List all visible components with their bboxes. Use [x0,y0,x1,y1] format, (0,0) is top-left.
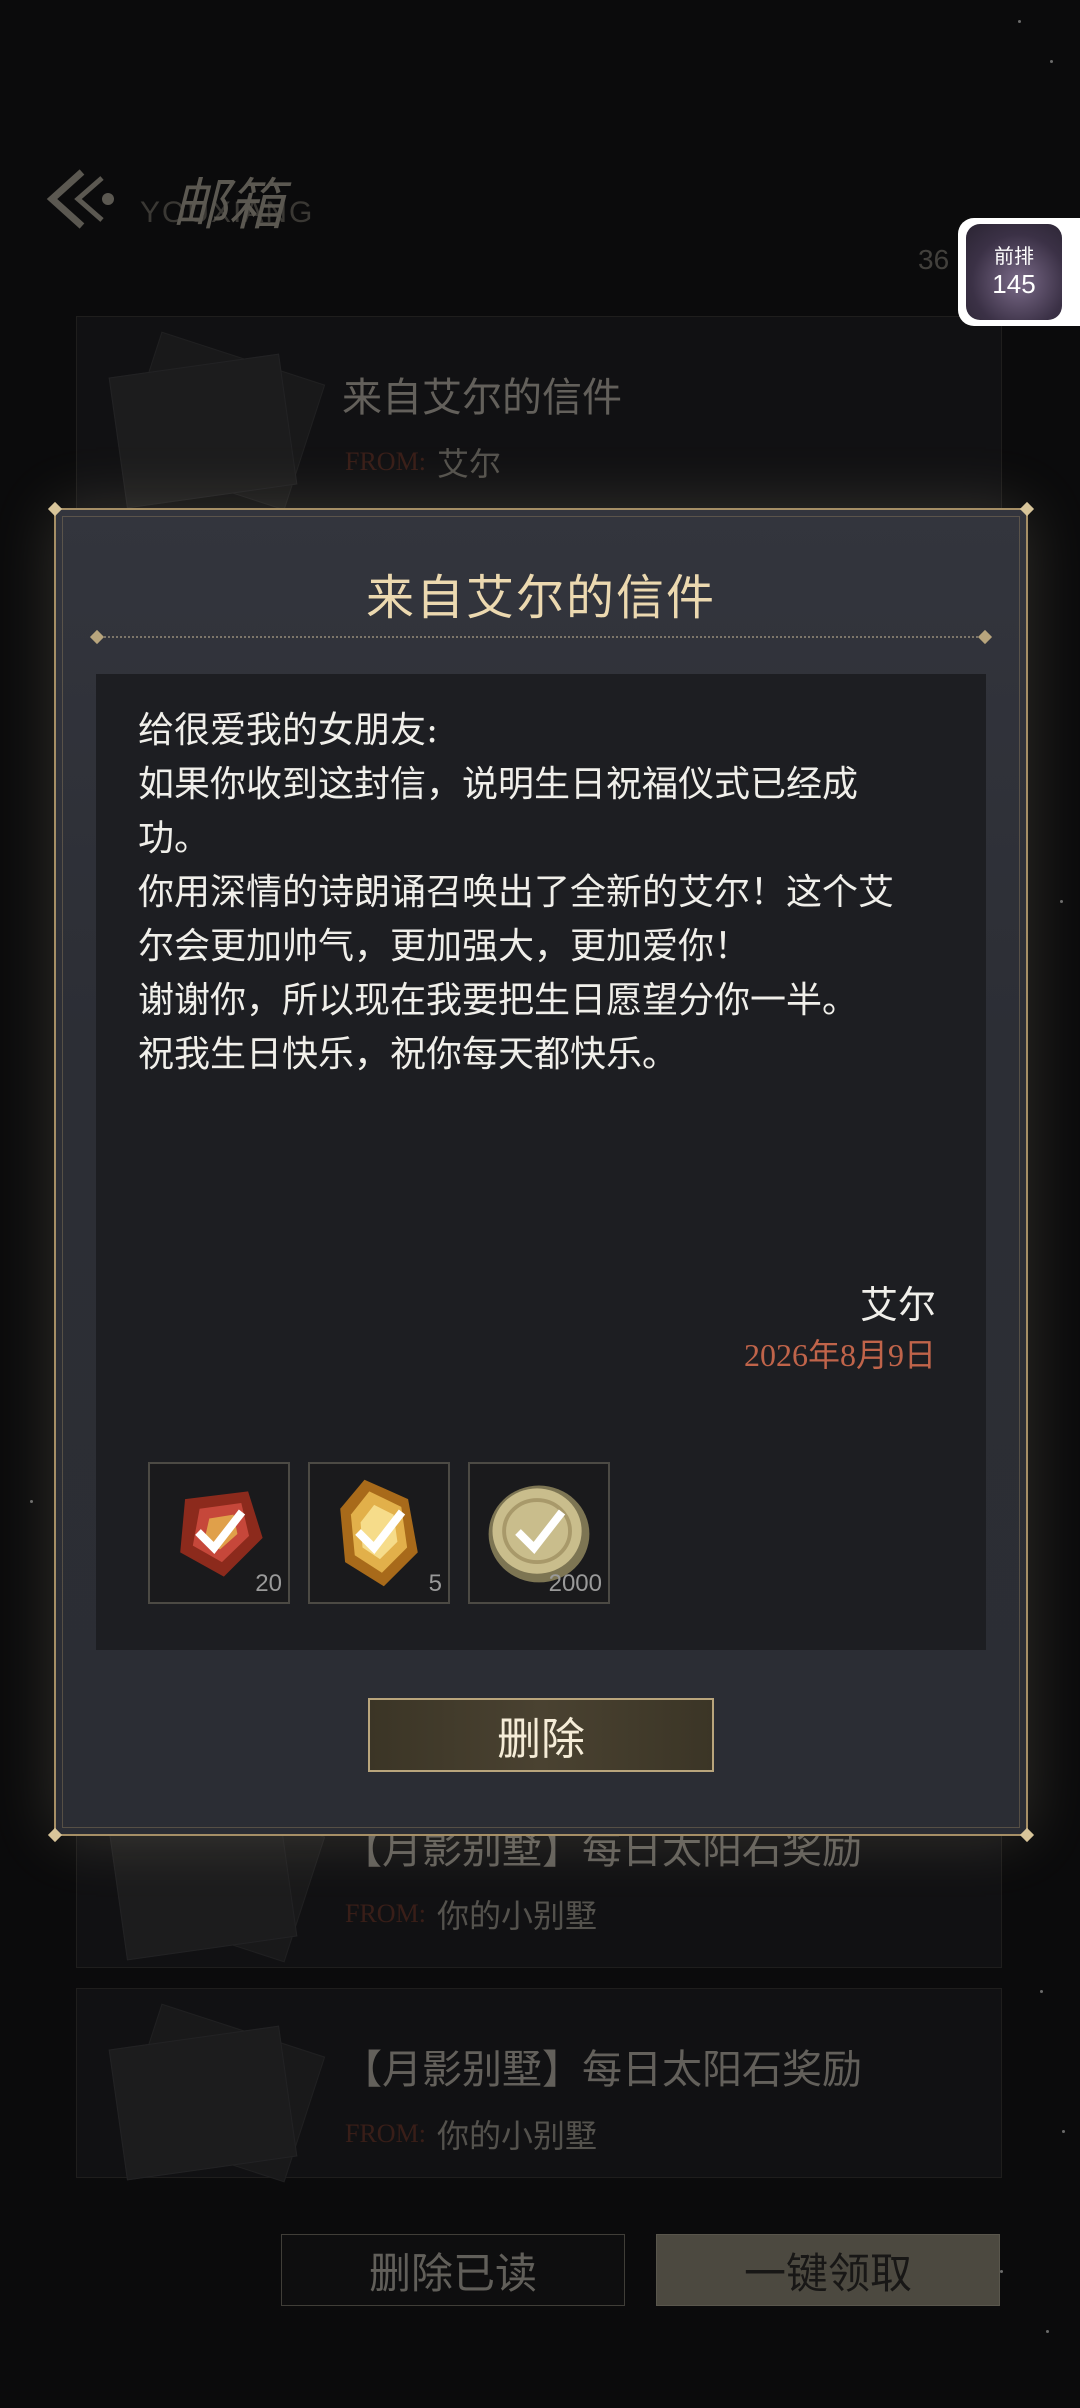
mail-sender: 你的小别墅 [437,2117,598,2155]
reward-item[interactable]: 5 [308,1462,450,1604]
floating-avatar-badge[interactable]: 前排 145 [958,218,1080,326]
mail-sender: 你的小别墅 [437,1897,598,1935]
mail-item[interactable]: 【月影别墅】每日太阳石奖励 FROM: 你的小别墅 [76,1988,1002,2183]
back-arrow-icon[interactable] [44,164,124,234]
dialog-title: 来自艾尔的信件 [365,570,716,626]
avatar[interactable]: 前排 145 [966,224,1062,320]
reward-item[interactable]: 20 [148,1462,290,1604]
mail-item[interactable]: 来自艾尔的信件 FROM: 艾尔 [76,316,1002,516]
mail-title: 来自艾尔的信件 [342,375,622,421]
mail-count: 36 [918,244,950,275]
mail-from-label: FROM: [345,2119,426,2148]
reward-item[interactable]: 2000 [468,1462,610,1604]
avatar-label: 前排 [994,246,1034,268]
mail-from-label: FROM: [345,1899,426,1928]
mail-title: 【月影别墅】每日太阳石奖励 [342,2047,862,2093]
claimed-check-icon [515,1509,566,1555]
title-divider [89,629,993,645]
mail-from-label: FROM: [345,447,426,476]
mail-sender: 艾尔 [437,445,502,483]
delete-button[interactable]: 删除 [368,1698,714,1772]
avatar-number: 145 [992,269,1036,299]
delete-read-button[interactable]: 删除已读 [281,2234,625,2306]
letter-signer: 艾尔 [859,1283,936,1327]
letter-date: 2026年8月9日 [743,1337,936,1373]
reward-quantity: 2000 [548,1570,602,1597]
reward-quantity: 20 [255,1570,282,1597]
envelope-icon [107,331,337,511]
letter-dialog: 来自艾尔的信件 给很爱我的女朋友: 如果你收到这封信，说明生日祝福仪式已经成功。… [47,501,1035,1843]
page-title: 邮箱 [172,173,284,238]
letter-body: 给很爱我的女朋友: 如果你收到这封信，说明生日祝福仪式已经成功。 你用深情的诗朗… [138,710,895,1075]
envelope-icon [107,2003,337,2183]
letter-panel: 给很爱我的女朋友: 如果你收到这封信，说明生日祝福仪式已经成功。 你用深情的诗朗… [96,674,986,1650]
claimed-check-icon [195,1509,246,1555]
claim-all-button[interactable]: 一键领取 [656,2234,1000,2306]
reward-quantity: 5 [428,1570,442,1597]
claimed-check-icon [355,1509,406,1555]
